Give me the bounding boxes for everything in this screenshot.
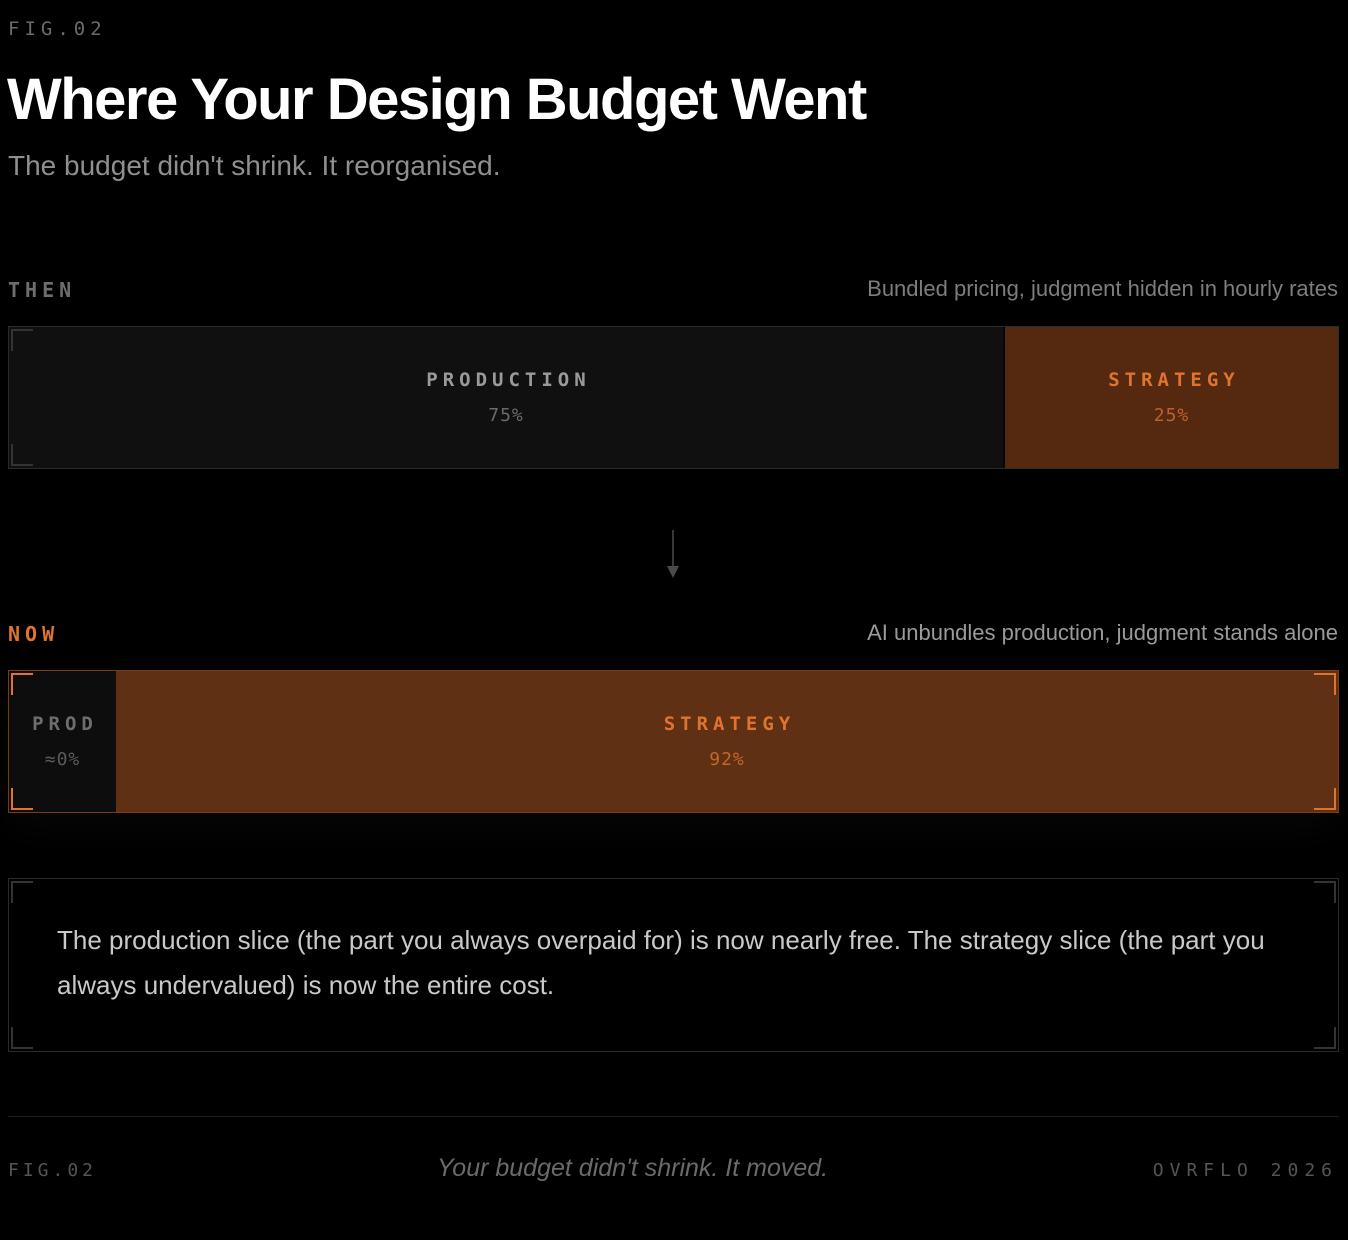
now-production-value: ≈0% xyxy=(44,749,81,770)
corner-mark xyxy=(11,788,33,810)
now-label: NOW xyxy=(8,622,60,646)
footer-divider xyxy=(8,1116,1339,1117)
corner-mark xyxy=(11,881,33,903)
then-label: THEN xyxy=(8,278,77,302)
now-strategy-value: 92% xyxy=(709,749,745,770)
page-subtitle: The budget didn't shrink. It reorganised… xyxy=(8,150,501,181)
then-strategy-segment: STRATEGY 25% xyxy=(1005,327,1338,468)
then-bar: PRODUCTION 75% STRATEGY 25% xyxy=(8,326,1339,469)
page-title: Where Your Design Budget Went xyxy=(7,67,867,132)
then-production-value: 75% xyxy=(488,405,524,426)
then-production-name: PRODUCTION xyxy=(426,369,591,391)
then-strategy-name: STRATEGY xyxy=(1108,369,1240,391)
corner-mark xyxy=(1314,788,1336,810)
then-production-segment: PRODUCTION 75% xyxy=(9,327,1005,468)
corner-mark xyxy=(11,444,33,466)
now-strategy-segment: STRATEGY 92% xyxy=(116,671,1338,812)
now-bar: PROD ≈0% STRATEGY 92% xyxy=(8,670,1339,813)
footer-brand: OVRFLO 2026 xyxy=(1152,1160,1338,1181)
corner-mark xyxy=(1314,673,1336,695)
explanation-box: The production slice (the part you alway… xyxy=(8,878,1339,1052)
footer-figure-label: FIG.02 xyxy=(8,1160,98,1181)
explanation-text: The production slice (the part you alway… xyxy=(57,925,1265,1000)
corner-mark xyxy=(1314,881,1336,903)
then-note: Bundled pricing, judgment hidden in hour… xyxy=(867,276,1338,301)
corner-mark xyxy=(11,329,33,351)
corner-mark xyxy=(1314,1027,1336,1049)
figure-label: FIG.02 xyxy=(8,18,107,40)
arrow-down-icon xyxy=(667,530,679,578)
footer-caption: Your budget didn't shrink. It moved. xyxy=(437,1154,829,1182)
then-strategy-value: 25% xyxy=(1153,405,1190,426)
corner-mark xyxy=(11,1027,33,1049)
now-strategy-name: STRATEGY xyxy=(663,713,796,735)
now-note: AI unbundles production, judgment stands… xyxy=(867,620,1338,645)
now-production-name: PROD xyxy=(32,713,98,735)
corner-mark xyxy=(11,673,33,695)
